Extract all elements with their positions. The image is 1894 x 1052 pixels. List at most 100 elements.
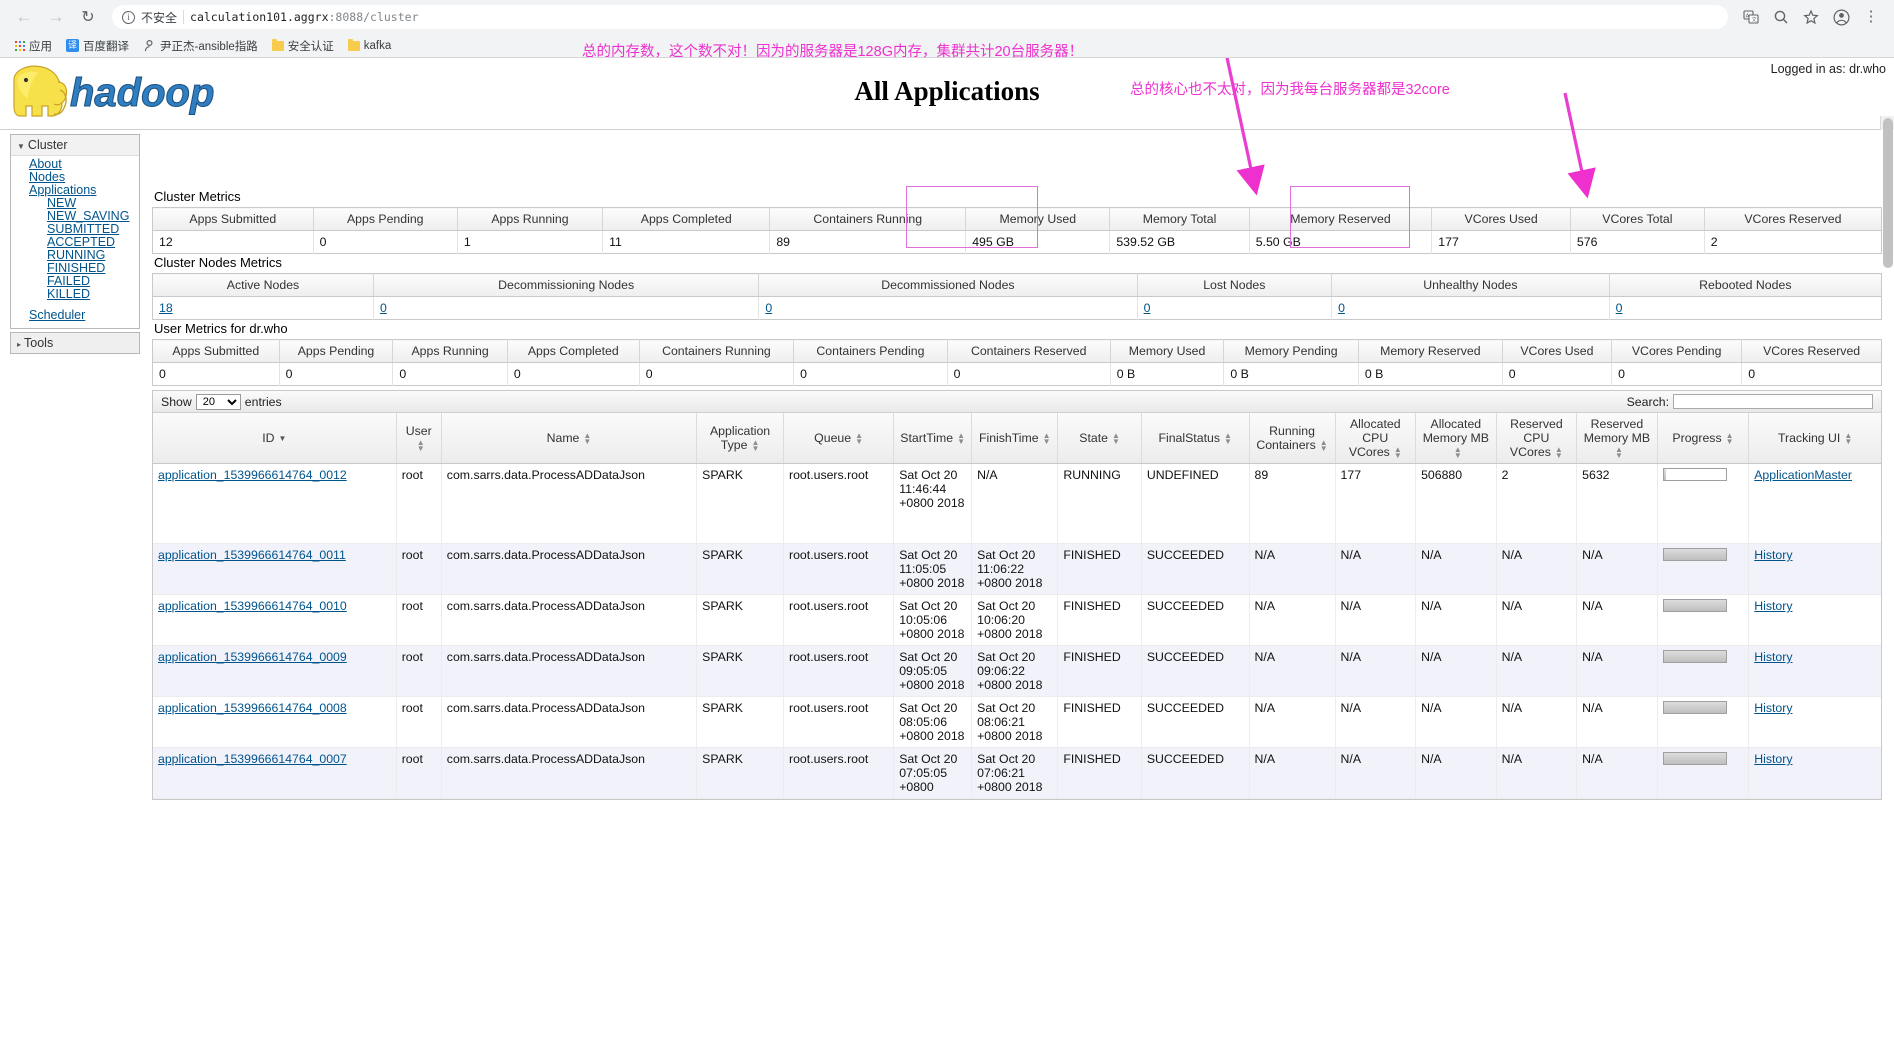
sort-indicator-icon[interactable]: ▲ ▼ xyxy=(1320,438,1328,452)
column-header-name[interactable]: Name ▲ ▼ xyxy=(441,413,698,464)
column-header-running-containers[interactable]: Running Containers ▲ ▼ xyxy=(1249,413,1336,464)
scrollbar-thumb[interactable] xyxy=(1883,118,1893,268)
application-id-link[interactable]: application_1539966614764_0010 xyxy=(158,599,347,613)
sort-indicator-icon[interactable]: ▲ ▼ xyxy=(1615,445,1623,459)
application-id-link[interactable]: application_1539966614764_0009 xyxy=(158,650,347,664)
tracking-ui-link[interactable]: ApplicationMaster xyxy=(1754,468,1852,482)
sort-indicator-icon[interactable]: ▲ ▼ xyxy=(583,431,591,445)
metric-value[interactable]: 18 xyxy=(152,296,374,320)
cell-tracking-ui[interactable]: History xyxy=(1748,543,1881,595)
sort-indicator-icon[interactable]: ▲ ▼ xyxy=(1112,431,1120,445)
forward-icon[interactable]: → xyxy=(42,3,70,31)
cell-tracking-ui[interactable]: History xyxy=(1748,645,1881,697)
sort-indicator-icon[interactable]: ▲ ▼ xyxy=(1454,445,1462,459)
column-header-queue[interactable]: Queue ▲ ▼ xyxy=(783,413,895,464)
sidebar-item-killed[interactable]: KILLED xyxy=(11,288,139,301)
metric-value: 576 xyxy=(1570,230,1705,254)
bookmark-apps[interactable]: 应用 xyxy=(8,36,58,56)
column-header-application-type[interactable]: Application Type ▲ ▼ xyxy=(696,413,784,464)
sort-indicator-icon[interactable]: ▲ ▼ xyxy=(751,438,759,452)
cell-application-id[interactable]: application_1539966614764_0007 xyxy=(153,747,397,799)
column-header-finalstatus[interactable]: FinalStatus ▲ ▼ xyxy=(1141,413,1250,464)
cell-tracking-ui[interactable]: ApplicationMaster xyxy=(1748,463,1881,544)
column-header-state[interactable]: State ▲ ▼ xyxy=(1057,413,1142,464)
reload-icon[interactable]: ↻ xyxy=(74,3,102,31)
column-header-user[interactable]: User▲ ▼ xyxy=(396,413,442,464)
sort-indicator-icon[interactable]: ▲ ▼ xyxy=(957,431,965,445)
sort-indicator-icon[interactable]: ▲ ▼ xyxy=(1043,431,1051,445)
metric-link[interactable]: 0 xyxy=(765,301,772,315)
column-header-reserved-memory-mb[interactable]: Reserved Memory MB▲ ▼ xyxy=(1576,413,1658,464)
more-vertical-icon[interactable]: ⋮ xyxy=(1858,4,1884,30)
application-id-link[interactable]: application_1539966614764_0012 xyxy=(158,468,347,482)
column-header-starttime[interactable]: StartTime ▲ ▼ xyxy=(893,413,973,464)
column-header: Lost Nodes xyxy=(1137,273,1333,297)
bookmark-baidu-translate[interactable]: 译 百度翻译 xyxy=(60,36,135,56)
user-metrics-table: Apps Submitted Apps Pending Apps Running Ap… xyxy=(152,339,1882,386)
bookmark-kafka[interactable]: kafka xyxy=(342,38,398,54)
sidebar-cluster-header[interactable]: ▼ Cluster xyxy=(11,135,139,156)
application-id-link[interactable]: application_1539966614764_0007 xyxy=(158,752,347,766)
column-header-allocated-cpu-vcores[interactable]: Allocated CPU VCores ▲ ▼ xyxy=(1335,413,1417,464)
column-header-id[interactable]: ID ▼ xyxy=(153,413,397,464)
sort-indicator-icon[interactable]: ▲ ▼ xyxy=(417,438,425,452)
cell-application-id[interactable]: application_1539966614764_0011 xyxy=(153,543,397,595)
sort-indicator-icon[interactable]: ▲ ▼ xyxy=(1555,445,1563,459)
tracking-ui-link[interactable]: History xyxy=(1754,701,1792,715)
sort-indicator-icon[interactable]: ▼ xyxy=(279,434,287,443)
application-id-link[interactable]: application_1539966614764_0008 xyxy=(158,701,347,715)
address-bar[interactable]: i 不安全 calculation101.aggrx:8088/cluster xyxy=(112,5,1728,29)
cell-application-id[interactable]: application_1539966614764_0010 xyxy=(153,594,397,646)
cell-application-id[interactable]: application_1539966614764_0012 xyxy=(153,463,397,544)
metric-link[interactable]: 0 xyxy=(1616,301,1623,315)
info-icon[interactable]: i xyxy=(122,10,135,24)
column-header-allocated-memory-mb[interactable]: Allocated Memory MB▲ ▼ xyxy=(1415,413,1497,464)
column-header-reserved-cpu-vcores[interactable]: Reserved CPU VCores ▲ ▼ xyxy=(1496,413,1578,464)
tracking-ui-link[interactable]: History xyxy=(1754,548,1792,562)
sort-indicator-icon[interactable]: ▲ ▼ xyxy=(1844,431,1852,445)
metric-value[interactable]: 0 xyxy=(373,296,760,320)
cell-tracking-ui[interactable]: History xyxy=(1748,594,1881,646)
metric-link[interactable]: 0 xyxy=(380,301,387,315)
column-header-finishtime[interactable]: FinishTime ▲ ▼ xyxy=(971,413,1059,464)
metric-link[interactable]: 18 xyxy=(159,301,173,315)
cell-tracking-ui[interactable]: History xyxy=(1748,696,1881,748)
metric-value[interactable]: 0 xyxy=(758,296,1138,320)
metric-link[interactable]: 0 xyxy=(1144,301,1151,315)
back-icon[interactable]: ← xyxy=(10,3,38,31)
page-scrollbar[interactable] xyxy=(1880,116,1894,268)
cell-finish-time: Sat Oct 20 09:06:22 +0800 2018 xyxy=(971,645,1059,697)
cell-application-id[interactable]: application_1539966614764_0008 xyxy=(153,696,397,748)
column-header-tracking-ui[interactable]: Tracking UI ▲ ▼ xyxy=(1748,413,1881,464)
sidebar-tools-panel[interactable]: ▸ Tools xyxy=(10,332,140,354)
cell-application-id[interactable]: application_1539966614764_0009 xyxy=(153,645,397,697)
sidebar-item-scheduler[interactable]: Scheduler xyxy=(11,309,139,322)
application-id-link[interactable]: application_1539966614764_0011 xyxy=(158,548,346,562)
entries-select[interactable]: 2050100 xyxy=(195,393,241,410)
metric-link[interactable]: 0 xyxy=(1338,301,1345,315)
cell-allocated-memory-mb: N/A xyxy=(1415,696,1497,748)
sort-indicator-icon[interactable]: ▲ ▼ xyxy=(1394,445,1402,459)
cell-tracking-ui[interactable]: History xyxy=(1748,747,1881,799)
sort-indicator-icon[interactable]: ▲ ▼ xyxy=(855,431,863,445)
cell-final-status: SUCCEEDED xyxy=(1141,645,1250,697)
tracking-ui-link[interactable]: History xyxy=(1754,599,1792,613)
bookmark-ansible-guide[interactable]: 尹正杰-ansible指路 xyxy=(137,36,264,56)
profile-icon[interactable] xyxy=(1828,4,1854,30)
metric-value[interactable]: 0 xyxy=(1137,296,1333,320)
sort-indicator-icon[interactable]: ▲ ▼ xyxy=(1726,431,1734,445)
metric-value[interactable]: 0 xyxy=(1609,297,1881,320)
search-input[interactable] xyxy=(1673,394,1873,409)
column-header-progress[interactable]: Progress ▲ ▼ xyxy=(1657,413,1750,464)
sort-indicator-icon[interactable]: ▲ ▼ xyxy=(1224,431,1232,445)
progress-bar xyxy=(1662,650,1727,663)
tracking-ui-link[interactable]: History xyxy=(1754,752,1792,766)
bookmark-security-auth[interactable]: 安全认证 xyxy=(266,36,340,56)
metric-value: 0 xyxy=(1748,367,1756,381)
sidebar-tools-header[interactable]: ▸ Tools xyxy=(11,333,139,353)
translate-icon[interactable]: A文 xyxy=(1738,4,1764,30)
search-icon[interactable] xyxy=(1768,4,1794,30)
star-icon[interactable] xyxy=(1798,4,1824,30)
tracking-ui-link[interactable]: History xyxy=(1754,650,1792,664)
metric-value[interactable]: 0 xyxy=(1331,296,1610,320)
